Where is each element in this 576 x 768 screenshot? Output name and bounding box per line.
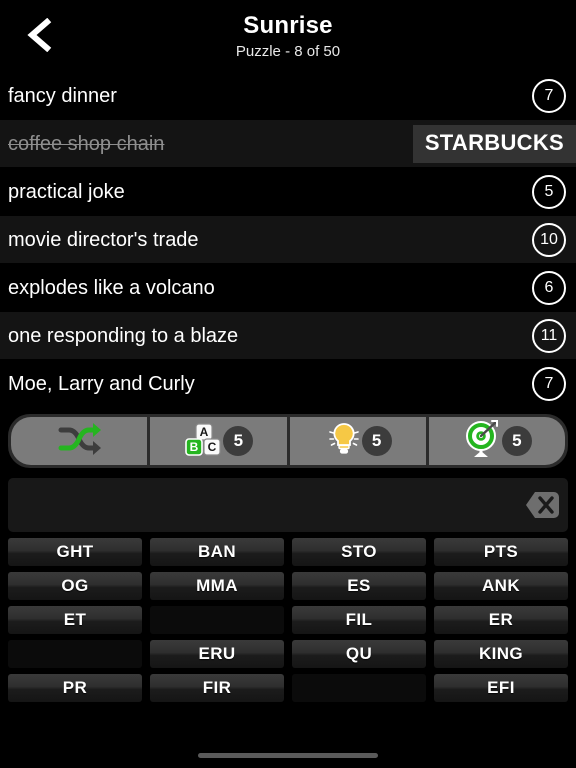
answer-input[interactable] (8, 478, 568, 532)
clue-row[interactable]: movie director's trade 10 (0, 216, 576, 264)
letter-tile[interactable]: PTS (434, 538, 568, 566)
letter-blocks-icon: A B C (183, 421, 225, 462)
clue-text: one responding to a blaze (8, 324, 239, 347)
clue-text: fancy dinner (8, 84, 117, 107)
shuffle-icon (57, 422, 102, 461)
letter-tile[interactable]: ERU (150, 640, 284, 668)
powerup-target-button[interactable]: 5 (428, 417, 565, 465)
page-title: Sunrise (243, 11, 333, 39)
back-button[interactable] (14, 10, 64, 60)
svg-text:C: C (208, 440, 217, 454)
lightbulb-icon (324, 420, 364, 463)
clue-text: practical joke (8, 180, 125, 203)
app-root: Sunrise Puzzle - 8 of 50 fancy dinner 7 co… (0, 0, 576, 768)
clue-text: explodes like a volcano (8, 276, 215, 299)
clue-answer-badge: STARBUCKS (412, 124, 576, 163)
clue-text: Moe, Larry and Curly (8, 372, 195, 395)
letter-tile[interactable]: PR (8, 674, 142, 702)
clue-length-badge: 7 (532, 78, 566, 113)
powerup-letters-button[interactable]: A B C 5 (150, 417, 290, 465)
letter-tile[interactable]: STO (292, 538, 426, 566)
clue-length-badge: 7 (532, 366, 566, 401)
letter-tile[interactable]: ER (434, 606, 568, 634)
home-indicator-bar (198, 752, 378, 758)
letter-tile[interactable]: ES (292, 572, 426, 600)
letter-tile[interactable]: FIR (150, 674, 284, 702)
powerup-toolbar: A B C 5 5 5 (8, 414, 568, 468)
answer-input-container (0, 474, 576, 538)
powerup-target-count: 5 (501, 426, 532, 456)
powerup-hint-count: 5 (361, 426, 392, 456)
clue-row[interactable]: practical joke 5 (0, 168, 576, 216)
letter-tile[interactable]: OG (8, 572, 142, 600)
clue-text: movie director's trade (8, 228, 199, 251)
clue-row[interactable]: one responding to a blaze 11 (0, 312, 576, 360)
letter-tile[interactable]: ANK (434, 572, 568, 600)
clue-length-badge: 5 (532, 174, 566, 209)
tile-slot-empty (292, 674, 426, 702)
svg-text:A: A (200, 425, 209, 439)
svg-text:B: B (190, 440, 199, 454)
backspace-delete-icon[interactable] (514, 486, 560, 524)
home-indicator (0, 742, 576, 768)
tile-grid: GHT BAN STO PTS OG MMA ES ANK ET FIL ER ERU QU KING PR… (0, 538, 576, 702)
clue-length-badge: 11 (532, 318, 566, 353)
clue-length-badge: 10 (532, 222, 566, 257)
powerup-shuffle-button[interactable] (11, 417, 151, 465)
letter-tile[interactable]: KING (434, 640, 568, 668)
chevron-left-icon (24, 18, 54, 52)
letter-tile[interactable]: BAN (150, 538, 284, 566)
letter-tile[interactable]: FIL (292, 606, 426, 634)
letter-tile[interactable]: QU (292, 640, 426, 668)
letter-tile[interactable]: GHT (8, 538, 142, 566)
clue-row[interactable]: coffee shop chain STARBUCKS (0, 120, 576, 168)
powerup-hint-button[interactable]: 5 (289, 417, 429, 465)
header: Sunrise Puzzle - 8 of 50 (0, 0, 576, 72)
clue-row[interactable]: fancy dinner 7 (0, 72, 576, 120)
puzzle-progress: Puzzle - 8 of 50 (235, 42, 341, 60)
clue-row[interactable]: Moe, Larry and Curly 7 (0, 360, 576, 408)
target-icon (462, 419, 504, 464)
powerup-letters-count: 5 (223, 426, 254, 456)
letter-tile[interactable]: MMA (150, 572, 284, 600)
tile-slot-empty (8, 640, 142, 668)
clue-text: coffee shop chain (8, 132, 165, 155)
tile-slot-empty (150, 606, 284, 634)
letter-tile[interactable]: EFI (434, 674, 568, 702)
clue-length-badge: 6 (532, 270, 566, 305)
letter-tile[interactable]: ET (8, 606, 142, 634)
clue-list: fancy dinner 7 coffee shop chain STARBUCKS p… (0, 72, 576, 408)
powerup-toolbar-container: A B C 5 5 5 (0, 408, 576, 474)
clue-row[interactable]: explodes like a volcano 6 (0, 264, 576, 312)
